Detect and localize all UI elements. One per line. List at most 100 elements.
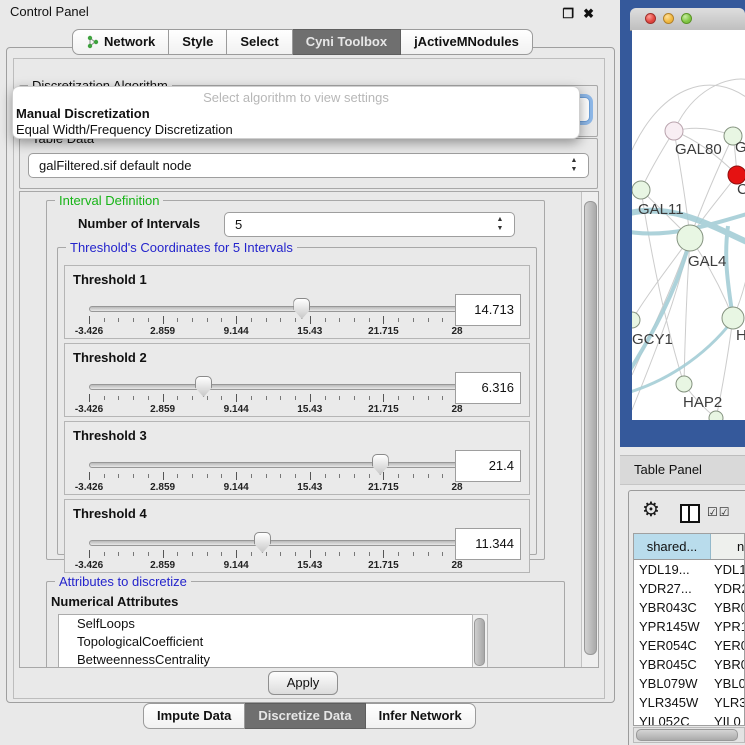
slider-track[interactable] (89, 384, 459, 390)
network-canvas[interactable]: GAL80 G C GAL11 GAL4 GCY1 H HAP2 (632, 30, 745, 420)
tick-mark (118, 474, 119, 478)
tick-mark (133, 318, 134, 322)
tick-mark (163, 316, 164, 324)
node-gcy1[interactable] (632, 312, 640, 328)
scrollbar-thumb[interactable] (584, 201, 597, 655)
numerical-attributes-list[interactable]: SelfLoopsTopologicalCoefficientBetweenne… (58, 614, 474, 668)
tick-label: 9.144 (224, 404, 249, 415)
table-row[interactable]: YLR345WYLR3 (634, 693, 744, 712)
node-h[interactable] (722, 307, 744, 329)
cell-shared-name: YBL079W (634, 674, 710, 693)
column-name[interactable]: n (711, 534, 744, 559)
threshold-slider[interactable]: -3.4262.8599.14415.4321.71528 (89, 380, 457, 414)
threshold-value-field[interactable]: 6.316 (455, 372, 521, 404)
table-row[interactable]: YPR145WYPR1 (634, 617, 744, 636)
tick-label: 21.715 (368, 560, 399, 571)
table-data-combo[interactable]: galFiltered.sif default node ▲▼ (28, 153, 589, 178)
attribute-list-item[interactable]: BetweennessCentrality (59, 651, 473, 668)
scrollbar-thumb[interactable] (636, 729, 738, 741)
threshold-slider[interactable]: -3.4262.8599.14415.4321.71528 (89, 302, 457, 336)
tab-network[interactable]: Network (72, 29, 169, 55)
attribute-list-item[interactable]: SelfLoops (59, 615, 473, 633)
tick-mark (104, 474, 105, 478)
num-intervals-combo[interactable]: 5 ▲▼ (224, 212, 515, 237)
popup-option-equal-width[interactable]: Equal Width/Frequency Discretization (16, 122, 233, 137)
column-shared-name[interactable]: shared... (634, 534, 711, 559)
tab-discretize-data[interactable]: Discretize Data (245, 703, 365, 729)
node-hap2[interactable] (676, 376, 692, 392)
table-row[interactable]: YBR043CYBR0 (634, 598, 744, 617)
settings-vertical-scrollbar[interactable] (581, 192, 598, 667)
tab-infer-network[interactable]: Infer Network (366, 703, 476, 729)
table-body: YDL19...YDL1YDR27...YDR2YBR043CYBR0YPR14… (634, 560, 744, 726)
table-row[interactable]: YDL19...YDL1 (634, 560, 744, 579)
tick-mark (428, 474, 429, 478)
tick-label: -3.426 (75, 326, 103, 337)
threshold-stack: Threshold 1 -3.4262.8599.14415.4321.7152… (64, 265, 530, 573)
cell-name: YPR1 (710, 617, 744, 636)
tick-mark (118, 318, 119, 322)
tick-mark (104, 552, 105, 556)
cell-name: YIL0 (710, 712, 744, 726)
slider-track[interactable] (89, 462, 459, 468)
tick-mark (236, 550, 237, 558)
tick-mark (221, 318, 222, 322)
tick-mark (192, 474, 193, 478)
table-row[interactable]: YDR27...YDR2 (634, 579, 744, 598)
tick-mark (133, 474, 134, 478)
tab-jactivemnodules[interactable]: jActiveMNodules (401, 29, 533, 55)
scrollbar-thumb[interactable] (474, 618, 485, 666)
node-gal80[interactable] (665, 122, 683, 140)
slider-track[interactable] (89, 540, 459, 546)
minimize-traffic-light[interactable] (663, 13, 674, 24)
control-panel: Control Panel ❐ ✖ Network Style Select C… (0, 0, 620, 745)
table-row[interactable]: YBL079WYBL0 (634, 674, 744, 693)
node-bottom[interactable] (709, 411, 723, 420)
threshold-value-field[interactable]: 21.4 (455, 450, 521, 482)
threshold-value-field[interactable]: 11.344 (455, 528, 521, 560)
network-icon (86, 35, 99, 49)
threshold-slider[interactable]: -3.4262.8599.14415.4321.71528 (89, 458, 457, 492)
tick-mark (398, 552, 399, 556)
tab-cyni-toolbox[interactable]: Cyni Toolbox (293, 29, 401, 55)
attributes-group-title: Attributes to discretize (55, 574, 191, 589)
tick-mark (369, 318, 370, 322)
close-icon[interactable]: ✖ (583, 2, 594, 26)
threshold-label: Threshold 1 (73, 272, 147, 287)
table-panel: ⚙ ☑☑ shared... n YDL19...YDL1YDR27...YDR… (628, 490, 745, 745)
tick-label: 15.43 (297, 482, 322, 493)
tick-mark (310, 550, 311, 558)
tick-mark (383, 394, 384, 402)
slider-track[interactable] (89, 306, 459, 312)
tick-mark (442, 318, 443, 322)
slider-ticks (89, 394, 457, 403)
tab-impute-data[interactable]: Impute Data (143, 703, 245, 729)
tab-style[interactable]: Style (169, 29, 227, 55)
tick-label: 2.859 (150, 404, 175, 415)
table-horizontal-scrollbar[interactable] (633, 727, 745, 743)
apply-button[interactable]: Apply (268, 671, 338, 695)
checkbox-icons[interactable]: ☑☑ (707, 505, 731, 519)
cell-name: YLR3 (710, 693, 744, 712)
threshold-slider[interactable]: -3.4262.8599.14415.4321.71528 (89, 536, 457, 570)
zoom-traffic-light[interactable] (681, 13, 692, 24)
popup-option-manual[interactable]: Manual Discretization (16, 106, 150, 121)
split-column-icon[interactable] (680, 504, 700, 523)
tab-select[interactable]: Select (227, 29, 292, 55)
threshold-value-field[interactable]: 14.713 (455, 294, 521, 326)
close-traffic-light[interactable] (645, 13, 656, 24)
tick-mark (192, 318, 193, 322)
table-row[interactable]: YER054CYER0 (634, 636, 744, 655)
attribute-list-item[interactable]: TopologicalCoefficient (59, 633, 473, 651)
tick-label: 28 (451, 482, 462, 493)
attributes-list-scrollbar[interactable] (472, 614, 488, 668)
table-row[interactable]: YBR045CYBR0 (634, 655, 744, 674)
node-gal4[interactable] (677, 225, 703, 251)
tick-mark (339, 318, 340, 322)
node-gal11[interactable] (632, 181, 650, 199)
table-row[interactable]: YIL052CYIL0 (634, 712, 744, 726)
attributes-group: Attributes to discretize Numerical Attri… (46, 581, 565, 668)
gear-icon[interactable]: ⚙ (642, 500, 660, 520)
float-icon[interactable]: ❐ (562, 2, 574, 26)
threshold-box: Threshold 4 -3.4262.8599.14415.4321.7152… (64, 499, 530, 573)
